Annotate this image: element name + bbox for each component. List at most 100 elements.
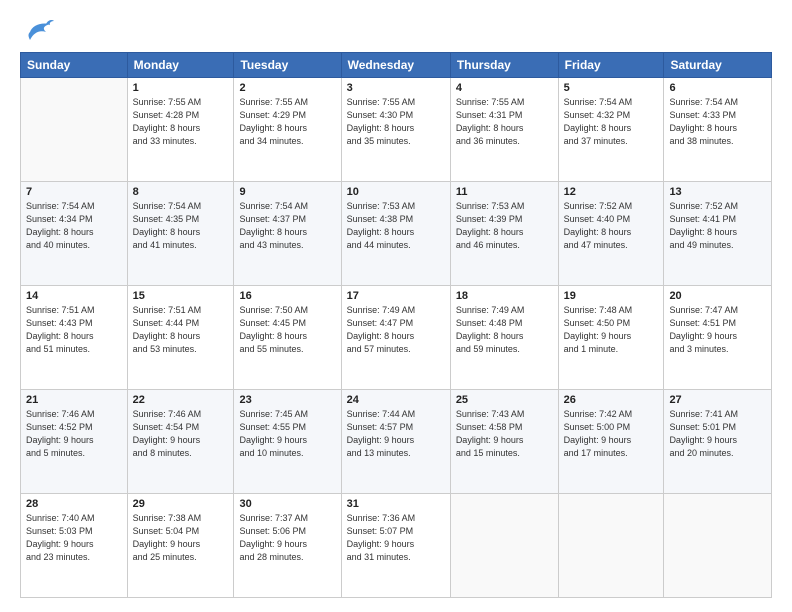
day-info: Sunrise: 7:54 AM Sunset: 4:37 PM Dayligh… [239, 200, 335, 252]
day-number: 4 [456, 82, 553, 94]
calendar-cell: 25 Sunrise: 7:43 AM Sunset: 4:58 PM Dayli… [450, 390, 558, 494]
logo-bird-icon [22, 18, 54, 46]
day-info: Sunrise: 7:44 AM Sunset: 4:57 PM Dayligh… [347, 408, 445, 460]
day-number: 16 [239, 290, 335, 302]
day-info: Sunrise: 7:42 AM Sunset: 5:00 PM Dayligh… [564, 408, 659, 460]
calendar-cell: 17Sunrise: 7:49 AM Sunset: 4:47 PM Dayli… [341, 286, 450, 390]
weekday-header-wednesday: Wednesday [341, 53, 450, 78]
calendar-cell: 5 Sunrise: 7:54 AM Sunset: 4:32 PM Daylig… [558, 78, 664, 182]
weekday-header-monday: Monday [127, 53, 234, 78]
day-number: 28 [26, 498, 122, 510]
weekday-header-thursday: Thursday [450, 53, 558, 78]
day-info: Sunrise: 7:54 AM Sunset: 4:34 PM Dayligh… [26, 200, 122, 252]
calendar-cell: 29 Sunrise: 7:38 AM Sunset: 5:04 PM Dayli… [127, 494, 234, 598]
day-number: 25 [456, 394, 553, 406]
calendar-cell: 2 Sunrise: 7:55 AM Sunset: 4:29 PM Daylig… [234, 78, 341, 182]
calendar-week-5: 28 Sunrise: 7:40 AM Sunset: 5:03 PM Dayli… [21, 494, 772, 598]
day-number: 2 [239, 82, 335, 94]
calendar-week-2: 7 Sunrise: 7:54 AM Sunset: 4:34 PM Daylig… [21, 182, 772, 286]
day-info: Sunrise: 7:51 AM Sunset: 4:44 PM Dayligh… [133, 304, 229, 356]
day-info: Sunrise: 7:38 AM Sunset: 5:04 PM Dayligh… [133, 512, 229, 564]
calendar-cell: 19Sunrise: 7:48 AM Sunset: 4:50 PM Dayli… [558, 286, 664, 390]
calendar-cell: 11 Sunrise: 7:53 AM Sunset: 4:39 PM Dayli… [450, 182, 558, 286]
day-info: Sunrise: 7:36 AM Sunset: 5:07 PM Dayligh… [347, 512, 445, 564]
calendar-cell: 10 Sunrise: 7:53 AM Sunset: 4:38 PM Dayli… [341, 182, 450, 286]
calendar-cell: 14 Sunrise: 7:51 AM Sunset: 4:43 PM Dayli… [21, 286, 128, 390]
day-number: 13 [669, 186, 766, 198]
calendar-body: 1Sunrise: 7:55 AM Sunset: 4:28 PM Daylig… [21, 78, 772, 598]
day-number: 5 [564, 82, 659, 94]
day-info: Sunrise: 7:40 AM Sunset: 5:03 PM Dayligh… [26, 512, 122, 564]
calendar-cell: 4 Sunrise: 7:55 AM Sunset: 4:31 PM Daylig… [450, 78, 558, 182]
calendar-cell: 23 Sunrise: 7:45 AM Sunset: 4:55 PM Dayli… [234, 390, 341, 494]
day-number: 9 [239, 186, 335, 198]
day-info: Sunrise: 7:55 AM Sunset: 4:30 PM Dayligh… [347, 96, 445, 148]
calendar-cell: 20 Sunrise: 7:47 AM Sunset: 4:51 PM Dayli… [664, 286, 772, 390]
day-info: Sunrise: 7:54 AM Sunset: 4:32 PM Dayligh… [564, 96, 659, 148]
calendar-table: SundayMondayTuesdayWednesdayThursdayFrid… [20, 52, 772, 598]
day-number: 10 [347, 186, 445, 198]
calendar-cell [664, 494, 772, 598]
page-header [20, 18, 772, 42]
calendar-cell: 16 Sunrise: 7:50 AM Sunset: 4:45 PM Dayli… [234, 286, 341, 390]
calendar-cell [21, 78, 128, 182]
day-info: Sunrise: 7:46 AM Sunset: 4:54 PM Dayligh… [133, 408, 229, 460]
day-info: Sunrise: 7:51 AM Sunset: 4:43 PM Dayligh… [26, 304, 122, 356]
calendar-cell: 26 Sunrise: 7:42 AM Sunset: 5:00 PM Dayli… [558, 390, 664, 494]
calendar-cell: 18 Sunrise: 7:49 AM Sunset: 4:48 PM Dayli… [450, 286, 558, 390]
day-info: Sunrise: 7:52 AM Sunset: 4:40 PM Dayligh… [564, 200, 659, 252]
day-number: 15 [133, 290, 229, 302]
day-info: Sunrise: 7:55 AM Sunset: 4:29 PM Dayligh… [239, 96, 335, 148]
day-info: Sunrise: 7:54 AM Sunset: 4:33 PM Dayligh… [669, 96, 766, 148]
day-number: 27 [669, 394, 766, 406]
calendar-cell: 27Sunrise: 7:41 AM Sunset: 5:01 PM Dayli… [664, 390, 772, 494]
day-info: Sunrise: 7:50 AM Sunset: 4:45 PM Dayligh… [239, 304, 335, 356]
calendar-cell [450, 494, 558, 598]
calendar-cell: 1Sunrise: 7:55 AM Sunset: 4:28 PM Daylig… [127, 78, 234, 182]
day-number: 31 [347, 498, 445, 510]
day-number: 7 [26, 186, 122, 198]
day-info: Sunrise: 7:53 AM Sunset: 4:38 PM Dayligh… [347, 200, 445, 252]
day-number: 30 [239, 498, 335, 510]
calendar-cell: 30Sunrise: 7:37 AM Sunset: 5:06 PM Dayli… [234, 494, 341, 598]
calendar-cell: 21Sunrise: 7:46 AM Sunset: 4:52 PM Dayli… [21, 390, 128, 494]
weekday-header-saturday: Saturday [664, 53, 772, 78]
day-number: 18 [456, 290, 553, 302]
day-info: Sunrise: 7:54 AM Sunset: 4:35 PM Dayligh… [133, 200, 229, 252]
calendar-cell: 3 Sunrise: 7:55 AM Sunset: 4:30 PM Daylig… [341, 78, 450, 182]
day-info: Sunrise: 7:53 AM Sunset: 4:39 PM Dayligh… [456, 200, 553, 252]
day-number: 11 [456, 186, 553, 198]
weekday-header-row: SundayMondayTuesdayWednesdayThursdayFrid… [21, 53, 772, 78]
calendar-cell: 8 Sunrise: 7:54 AM Sunset: 4:35 PM Daylig… [127, 182, 234, 286]
day-number: 29 [133, 498, 229, 510]
day-info: Sunrise: 7:55 AM Sunset: 4:31 PM Dayligh… [456, 96, 553, 148]
calendar-cell: 6 Sunrise: 7:54 AM Sunset: 4:33 PM Daylig… [664, 78, 772, 182]
calendar-cell: 13Sunrise: 7:52 AM Sunset: 4:41 PM Dayli… [664, 182, 772, 286]
day-number: 17 [347, 290, 445, 302]
day-info: Sunrise: 7:43 AM Sunset: 4:58 PM Dayligh… [456, 408, 553, 460]
calendar-cell: 28 Sunrise: 7:40 AM Sunset: 5:03 PM Dayli… [21, 494, 128, 598]
day-number: 6 [669, 82, 766, 94]
day-number: 8 [133, 186, 229, 198]
day-number: 19 [564, 290, 659, 302]
calendar-cell [558, 494, 664, 598]
day-info: Sunrise: 7:47 AM Sunset: 4:51 PM Dayligh… [669, 304, 766, 356]
calendar-cell: 7 Sunrise: 7:54 AM Sunset: 4:34 PM Daylig… [21, 182, 128, 286]
weekday-header-sunday: Sunday [21, 53, 128, 78]
day-number: 24 [347, 394, 445, 406]
day-number: 14 [26, 290, 122, 302]
day-info: Sunrise: 7:46 AM Sunset: 4:52 PM Dayligh… [26, 408, 122, 460]
day-number: 26 [564, 394, 659, 406]
logo [20, 18, 54, 42]
day-number: 20 [669, 290, 766, 302]
day-info: Sunrise: 7:49 AM Sunset: 4:48 PM Dayligh… [456, 304, 553, 356]
weekday-header-tuesday: Tuesday [234, 53, 341, 78]
calendar-cell: 31 Sunrise: 7:36 AM Sunset: 5:07 PM Dayli… [341, 494, 450, 598]
day-number: 3 [347, 82, 445, 94]
calendar-page: SundayMondayTuesdayWednesdayThursdayFrid… [0, 0, 792, 612]
day-info: Sunrise: 7:45 AM Sunset: 4:55 PM Dayligh… [239, 408, 335, 460]
day-number: 1 [133, 82, 229, 94]
day-number: 23 [239, 394, 335, 406]
day-number: 12 [564, 186, 659, 198]
calendar-week-3: 14 Sunrise: 7:51 AM Sunset: 4:43 PM Dayli… [21, 286, 772, 390]
